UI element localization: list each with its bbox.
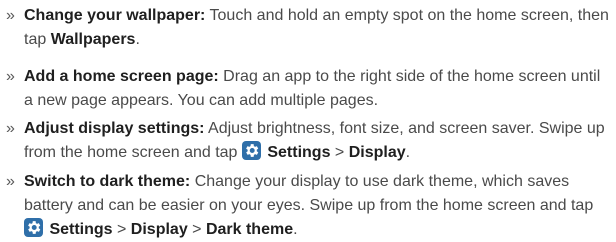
item-strong: Settings bbox=[45, 221, 113, 238]
item-title: Switch to dark theme: bbox=[24, 173, 191, 190]
item-strong: Dark theme bbox=[205, 221, 294, 238]
item-end: . bbox=[293, 221, 298, 238]
list-item-adjust-display-settings: » Adjust display settings: Adjust bright… bbox=[6, 117, 612, 165]
item-title: Adjust display settings: bbox=[24, 120, 205, 137]
item-title: Add a home screen page: bbox=[24, 68, 219, 85]
bullet-marker: » bbox=[6, 7, 15, 24]
list-item-switch-dark-theme: » Switch to dark theme: Change your disp… bbox=[6, 170, 612, 242]
item-title: Change your wallpaper: bbox=[24, 7, 206, 24]
instructions-list: » Change your wallpaper: Touch and hold … bbox=[0, 0, 616, 241]
item-strong: Display bbox=[348, 144, 406, 161]
item-end: . bbox=[405, 144, 411, 161]
bullet-marker: » bbox=[6, 173, 15, 190]
list-item-change-wallpaper: » Change your wallpaper: Touch and hold … bbox=[6, 4, 612, 52]
item-strong: Wallpapers bbox=[50, 31, 136, 48]
item-strong: Display bbox=[130, 221, 188, 238]
settings-gear-icon bbox=[24, 218, 43, 237]
item-end: . bbox=[135, 31, 140, 48]
item-strong: Settings bbox=[262, 144, 331, 161]
bullet-marker: » bbox=[6, 68, 15, 85]
item-separator: > bbox=[330, 144, 349, 161]
bullet-marker: » bbox=[6, 120, 15, 137]
item-separator: > bbox=[112, 221, 131, 238]
list-item-add-home-screen-page: » Add a home screen page: Drag an app to… bbox=[6, 65, 612, 113]
item-separator: > bbox=[187, 221, 206, 238]
settings-gear-icon bbox=[241, 141, 261, 160]
